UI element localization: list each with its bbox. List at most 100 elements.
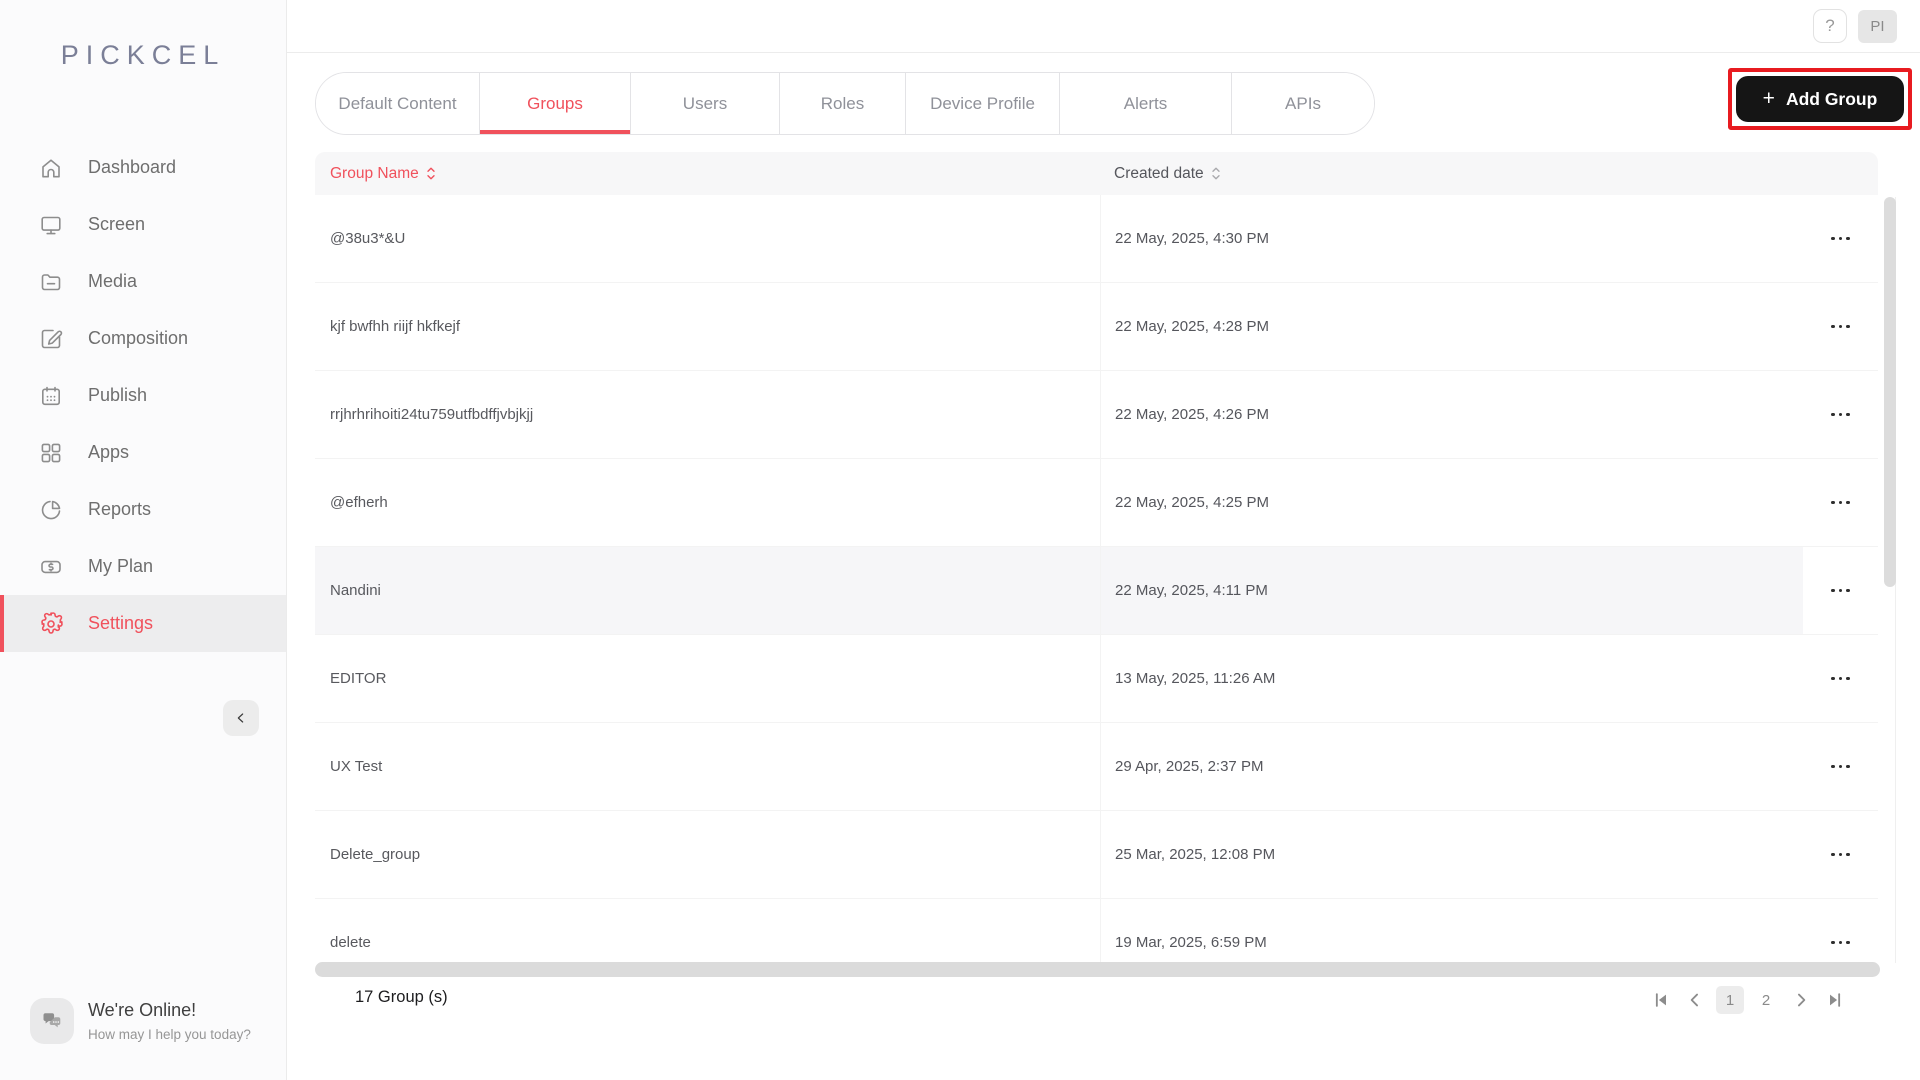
- actions-cell: [1803, 899, 1878, 962]
- column-header-group-name[interactable]: Group Name: [315, 165, 1100, 183]
- help-button[interactable]: ?: [1813, 9, 1847, 43]
- pagination-page-2[interactable]: 2: [1752, 986, 1780, 1014]
- row-actions-button[interactable]: [1827, 581, 1854, 601]
- group-name-cell: UX Test: [330, 758, 383, 775]
- actions-cell: [1803, 371, 1878, 458]
- row-actions-button[interactable]: [1827, 405, 1854, 425]
- chevron-left-icon: [237, 713, 244, 723]
- table-row: rrjhrhrihoiti24tu759utfbdffjvbjkjj 22 Ma…: [315, 371, 1878, 459]
- pagination-prev-button[interactable]: [1682, 987, 1708, 1013]
- created-date-cell: 19 Mar, 2025, 6:59 PM: [1100, 899, 1803, 962]
- chat-subtitle-text: How may I help you today?: [88, 1027, 251, 1042]
- sidebar-item-label: Apps: [88, 442, 130, 462]
- group-name-cell: @38u3*&U: [330, 230, 406, 247]
- group-name-cell: delete: [330, 934, 371, 951]
- sidebar-item-label: My Plan: [88, 556, 154, 576]
- actions-cell: [1803, 547, 1878, 634]
- compose-icon: [38, 326, 64, 352]
- sidebar-item-label: Publish: [88, 385, 148, 405]
- table-row: @efherh 22 May, 2025, 4:25 PM: [315, 459, 1878, 547]
- sidebar-item-label: Dashboard: [88, 157, 177, 177]
- group-name-cell: rrjhrhrihoiti24tu759utfbdffjvbjkjj: [330, 406, 534, 423]
- gear-icon: [38, 611, 64, 637]
- row-actions-button[interactable]: [1827, 493, 1854, 513]
- groups-table: Group Name Created date @38u3*&U 22 May,…: [315, 152, 1878, 962]
- tab-bar: Default Content Groups Users Roles Device Pr…: [315, 72, 1375, 135]
- vertical-scrollbar[interactable]: [1884, 197, 1896, 963]
- sidebar-item-media[interactable]: Media: [0, 253, 286, 310]
- row-actions-button[interactable]: [1827, 845, 1854, 865]
- created-date-cell: 22 May, 2025, 4:11 PM: [1100, 547, 1803, 634]
- tab-users[interactable]: Users: [631, 73, 780, 134]
- topbar: ? PI: [287, 0, 1920, 53]
- monitor-icon: [38, 212, 64, 238]
- sidebar-item-label: Screen: [88, 214, 146, 234]
- pagination-first-button[interactable]: [1648, 987, 1674, 1013]
- sidebar-collapse-button[interactable]: [223, 700, 259, 736]
- table-row: Nandini 22 May, 2025, 4:11 PM: [315, 547, 1878, 635]
- chat-widget[interactable]: We're Online! How may I help you today?: [30, 998, 251, 1044]
- sidebar-item-publish[interactable]: Publish: [0, 367, 286, 424]
- chat-launcher-button[interactable]: [30, 998, 74, 1044]
- column-label: Group Name: [330, 164, 419, 182]
- actions-cell: [1803, 195, 1878, 282]
- sidebar-item-my-plan[interactable]: My Plan: [0, 538, 286, 595]
- pagination: 12: [1648, 986, 1848, 1014]
- row-actions-button[interactable]: [1827, 933, 1854, 953]
- folder-icon: [38, 269, 64, 295]
- table-row: EDITOR 13 May, 2025, 11:26 AM: [315, 635, 1878, 723]
- pagination-page-1[interactable]: 1: [1716, 986, 1744, 1014]
- column-header-created-date[interactable]: Created date: [1100, 165, 1878, 183]
- actions-cell: [1803, 459, 1878, 546]
- sidebar-item-label: Composition: [88, 328, 189, 348]
- table-footer: 17 Group (s) 12: [315, 978, 1920, 1024]
- row-actions-button[interactable]: [1827, 317, 1854, 337]
- horizontal-scrollbar[interactable]: [315, 962, 1880, 977]
- chat-texts: We're Online! How may I help you today?: [88, 998, 251, 1042]
- sidebar-item-dashboard[interactable]: Dashboard: [0, 139, 286, 196]
- tab-apis[interactable]: APIs: [1232, 73, 1374, 134]
- sidebar-item-settings[interactable]: Settings: [0, 595, 286, 652]
- created-date-cell: 22 May, 2025, 4:25 PM: [1100, 459, 1803, 546]
- tab-groups[interactable]: Groups: [480, 73, 631, 134]
- sidebar-item-apps[interactable]: Apps: [0, 424, 286, 481]
- add-group-button[interactable]: + Add Group: [1736, 76, 1904, 122]
- tab-alerts[interactable]: Alerts: [1060, 73, 1232, 134]
- brand-logo: PICKCEL: [60, 40, 226, 70]
- sort-icon[interactable]: [1211, 166, 1221, 181]
- created-date-cell: 22 May, 2025, 4:28 PM: [1100, 283, 1803, 370]
- row-actions-button[interactable]: [1827, 669, 1854, 689]
- column-label: Created date: [1114, 164, 1204, 182]
- group-name-cell: Delete_group: [330, 846, 421, 863]
- sidebar-item-screen[interactable]: Screen: [0, 196, 286, 253]
- avatar[interactable]: PI: [1858, 10, 1897, 43]
- group-name-cell: Nandini: [330, 582, 381, 599]
- group-count: 17 Group (s): [355, 988, 448, 1006]
- tab-default-content[interactable]: Default Content: [316, 73, 480, 134]
- pagination-last-button[interactable]: [1822, 987, 1848, 1013]
- sort-icon[interactable]: [426, 166, 436, 181]
- created-date-cell: 22 May, 2025, 4:30 PM: [1100, 195, 1803, 282]
- sidebar-item-reports[interactable]: Reports: [0, 481, 286, 538]
- table-row: delete 19 Mar, 2025, 6:59 PM: [315, 899, 1878, 962]
- table-row: @38u3*&U 22 May, 2025, 4:30 PM: [315, 195, 1878, 283]
- grid-icon: [38, 440, 64, 466]
- actions-cell: [1803, 283, 1878, 370]
- table-row: kjf bwfhh riijf hkfkejf 22 May, 2025, 4:…: [315, 283, 1878, 371]
- created-date-cell: 25 Mar, 2025, 12:08 PM: [1100, 811, 1803, 898]
- sidebar-item-label: Media: [88, 271, 138, 291]
- plus-icon: +: [1762, 87, 1775, 110]
- chat-icon: [43, 1013, 61, 1028]
- pagination-next-button[interactable]: [1788, 987, 1814, 1013]
- add-group-label: Add Group: [1785, 88, 1878, 109]
- sidebar-item-composition[interactable]: Composition: [0, 310, 286, 367]
- pie-icon: [38, 497, 64, 523]
- tab-device-profile[interactable]: Device Profile: [906, 73, 1060, 134]
- sidebar-nav: Dashboard Screen Media Composition Publish Ap…: [0, 139, 286, 652]
- row-actions-button[interactable]: [1827, 229, 1854, 249]
- row-actions-button[interactable]: [1827, 757, 1854, 777]
- vertical-scrollbar-thumb[interactable]: [1884, 197, 1896, 587]
- sidebar: PICKCEL Dashboard Screen Media Composition P…: [0, 0, 287, 1080]
- chat-status-text: We're Online!: [88, 1000, 197, 1020]
- tab-roles[interactable]: Roles: [780, 73, 906, 134]
